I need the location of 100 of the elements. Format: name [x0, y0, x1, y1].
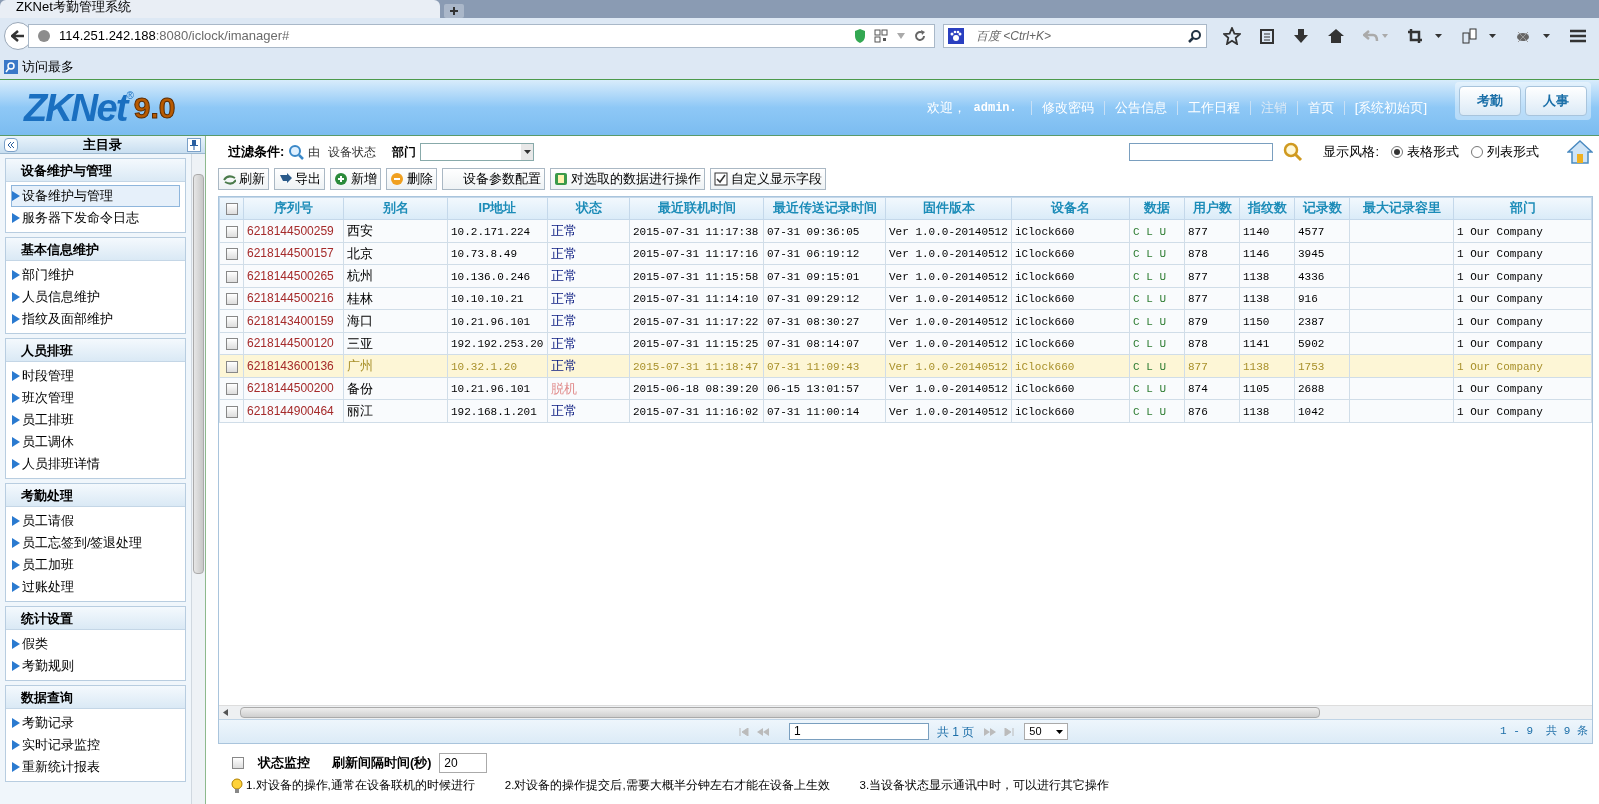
table-cell: 879 [1188, 315, 1208, 328]
row-checkbox[interactable] [225, 248, 238, 261]
menu-item[interactable]: 设备维护与管理 [11, 185, 180, 207]
table-cell: 877 [1188, 270, 1208, 283]
table-row[interactable]: 6218144500200 备份 10.21.96.101 脱机 2015-06-18 08:39:20 06-15 13:01:57 Ver 1.0.0-20140512 iClock660 C L U 874 1105 2688 1 Our Company [219, 377, 1592, 400]
toolbar-button[interactable]: 设备参数配置 [442, 168, 545, 190]
menu-item[interactable]: 假类 [11, 633, 180, 655]
tip-text: 2.对设备的操作提交后,需要大概半分钟左右才能在设备上生效 [504, 778, 830, 794]
user-name: admin. [973, 99, 1017, 117]
table-cell: 192.192.253.20 [451, 338, 544, 350]
menu-item[interactable]: 过账处理 [11, 576, 180, 598]
table-row[interactable]: 6218143400159 海口 10.21.96.101 正常 2015-07-31 11:17:22 07-31 08:30:27 Ver 1.0.0-20140512 iClock660 C L U 879 1150 2387 1 Our Company [219, 309, 1592, 332]
bookmark-link[interactable]: 访问最多 [22, 56, 74, 77]
toolbar-button[interactable]: 删除 [386, 168, 437, 190]
search-input[interactable] [1129, 143, 1274, 161]
select-all-checkbox[interactable] [225, 203, 238, 216]
table-row[interactable]: 6218144500265 杭州 10.136.0.246 正常 2015-07-31 11:15:58 07-31 09:15:01 Ver 1.0.0-20140512 iClock660 C L U 877 1138 4336 1 Our Company [219, 264, 1592, 287]
toolbar-button[interactable]: 新增 [330, 168, 381, 190]
table-cell: 2015-07-31 11:16:02 [633, 405, 759, 418]
horizontal-scrollbar[interactable] [219, 705, 1592, 719]
qr-code-icon [874, 29, 888, 43]
browser-tab[interactable]: ZKNet考勤管理系统 [0, 0, 440, 18]
table-cell: 6218144500120 [247, 336, 334, 351]
undo-icon[interactable] [1363, 29, 1389, 43]
reading-list-icon[interactable] [1259, 28, 1275, 44]
menu-item[interactable]: 人员信息维护 [11, 286, 180, 308]
menu-item[interactable]: 员工排班 [11, 409, 180, 431]
department-select[interactable] [420, 143, 535, 161]
menu-group-title[interactable]: 基本信息维护 [6, 238, 185, 261]
table-cell: C L U [1133, 405, 1166, 418]
collapse-button[interactable] [4, 137, 18, 152]
menu-item[interactable]: 班次管理 [11, 387, 180, 409]
menu-item[interactable]: 重新统计报表 [11, 756, 180, 778]
row-checkbox[interactable] [225, 225, 238, 238]
table-row[interactable]: 6218144500120 三亚 192.192.253.20 正常 2015-07-31 11:15:25 07-31 08:14:07 Ver 1.0.0-20140512 iClock660 C L U 878 1141 5902 1 Our Company [219, 332, 1592, 355]
row-checkbox[interactable] [225, 338, 238, 351]
home-icon[interactable] [1327, 28, 1345, 44]
table-row[interactable]: 6218144500157 北京 10.73.8.49 正常 2015-07-31 11:17:16 07-31 06:19:12 Ver 1.0.0-20140512 iClock660 C L U 878 1146 3945 1 Our Company [219, 242, 1592, 265]
search-icon[interactable] [1283, 142, 1304, 162]
welcome-text: 欢迎， [926, 98, 966, 117]
row-checkbox[interactable] [225, 270, 238, 283]
toolbar-button[interactable]: 导出 [274, 168, 325, 190]
page-size-select[interactable]: 50 [1024, 723, 1069, 740]
toolbar-button[interactable]: 自定义显示字段 [710, 168, 826, 190]
module-button[interactable]: 人事 [1525, 86, 1587, 116]
menu-item[interactable]: 员工请假 [11, 510, 180, 532]
scrollbar[interactable] [191, 154, 205, 804]
menu-item[interactable]: 指纹及面部维护 [11, 308, 180, 330]
menu-group-title[interactable]: 人员排班 [6, 339, 185, 362]
menu-icon[interactable] [1569, 28, 1587, 44]
table-cell: Ver 1.0.0-20140512 [889, 270, 1008, 283]
row-checkbox[interactable] [225, 315, 238, 328]
menu-item[interactable]: 人员排班详情 [11, 453, 180, 475]
table-row[interactable]: 6218144500216 桂林 10.10.10.21 正常 2015-07-31 11:14:10 07-31 09:29:12 Ver 1.0.0-20140512 iClock660 C L U 877 1138 916 1 Our Company [219, 287, 1592, 310]
device-icon[interactable] [1461, 28, 1497, 44]
table-cell: 07-31 08:14:07 [767, 338, 860, 350]
download-icon[interactable] [1293, 28, 1309, 44]
menu-item[interactable]: 考勤规则 [11, 655, 180, 677]
toolbar-button[interactable]: 对选取的数据进行操作 [550, 168, 705, 190]
menu-group-title[interactable]: 考勤处理 [6, 484, 185, 507]
menu-group-title[interactable]: 数据查询 [6, 686, 185, 709]
page-number-field[interactable]: 1 [789, 723, 929, 740]
page-count: 共 1 页 [937, 723, 975, 741]
pin-icon[interactable] [187, 137, 201, 152]
star-icon[interactable] [1223, 27, 1241, 45]
toolbar-button[interactable]: 刷新 [218, 168, 269, 190]
row-checkbox[interactable] [225, 293, 238, 306]
url-field[interactable]: 114.251.242.188:8080/iclock/imanager# [28, 24, 935, 48]
table-cell: Ver 1.0.0-20140512 [889, 338, 1008, 350]
table-cell: 桂林 [347, 290, 373, 306]
menu-item[interactable]: 实时记录监控 [11, 734, 180, 756]
module-button[interactable]: 考勤 [1459, 86, 1521, 116]
menu-group-title[interactable]: 设备维护与管理 [6, 159, 185, 182]
crop-icon[interactable] [1407, 28, 1443, 44]
style-radio[interactable]: 列表形式 [1471, 142, 1539, 162]
table-row[interactable]: 6218144500259 西安 10.2.171.224 正常 2015-07-31 11:17:38 07-31 09:36:05 Ver 1.0.0-20140512 iClock660 C L U 877 1140 4577 1 Our Company [219, 219, 1592, 242]
menu-item[interactable]: 员工加班 [11, 554, 180, 576]
menu-item[interactable]: 时段管理 [11, 365, 180, 387]
new-tab-button[interactable] [444, 4, 464, 18]
search-field[interactable]: 百度 <Ctrl+K> [943, 24, 1207, 48]
style-radio[interactable]: 表格形式 [1391, 142, 1459, 162]
scroll-left-icon[interactable] [223, 709, 228, 716]
bookmark-icon[interactable] [4, 59, 18, 74]
menu-item[interactable]: 员工调休 [11, 431, 180, 453]
table-cell: 07-31 11:00:14 [767, 405, 860, 418]
menu-item[interactable]: 员工忘签到/签退处理 [11, 532, 180, 554]
table-cell: 6218144500259 [247, 223, 334, 238]
row-checkbox[interactable] [225, 405, 238, 418]
monitor-checkbox[interactable] [232, 757, 244, 769]
menu-item[interactable]: 考勤记录 [11, 712, 180, 734]
menu-group-title[interactable]: 统计设置 [6, 607, 185, 630]
table-row[interactable]: 6218144900464 丽江 192.168.1.201 正常 2015-07-31 11:16:02 07-31 11:00:14 Ver 1.0.0-20140512 iClock660 C L U 876 1138 1042 1 Our Company [219, 399, 1592, 422]
menu-item[interactable]: 服务器下发命令日志 [11, 207, 180, 229]
menu-item[interactable]: 部门维护 [11, 264, 180, 286]
row-checkbox[interactable] [225, 360, 238, 373]
table-row[interactable]: 6218143600136 广州 10.32.1.20 正常 2015-07-31 11:18:47 07-31 11:09:43 Ver 1.0.0-20140512 iClock660 C L U 877 1138 1753 1 Our Company [219, 354, 1592, 377]
filter-field[interactable]: 设备状态 [328, 143, 377, 161]
interval-field[interactable]: 20 [439, 753, 488, 773]
row-checkbox[interactable] [225, 383, 238, 396]
table-cell: 07-31 06:19:12 [767, 248, 860, 260]
